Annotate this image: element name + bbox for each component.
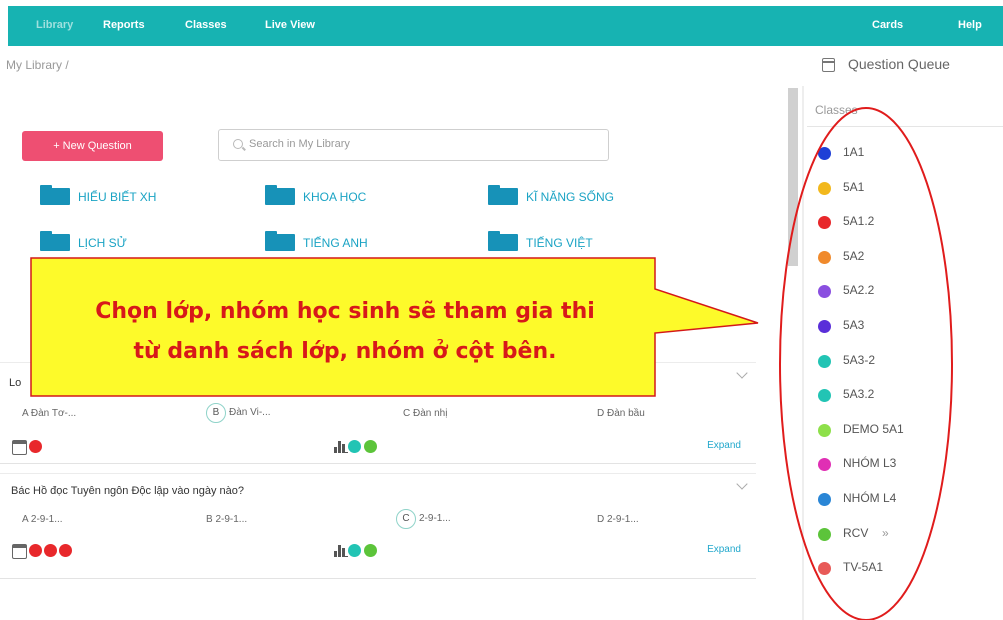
highlight-ring [779,107,953,620]
highlight-ellipse [779,107,953,620]
